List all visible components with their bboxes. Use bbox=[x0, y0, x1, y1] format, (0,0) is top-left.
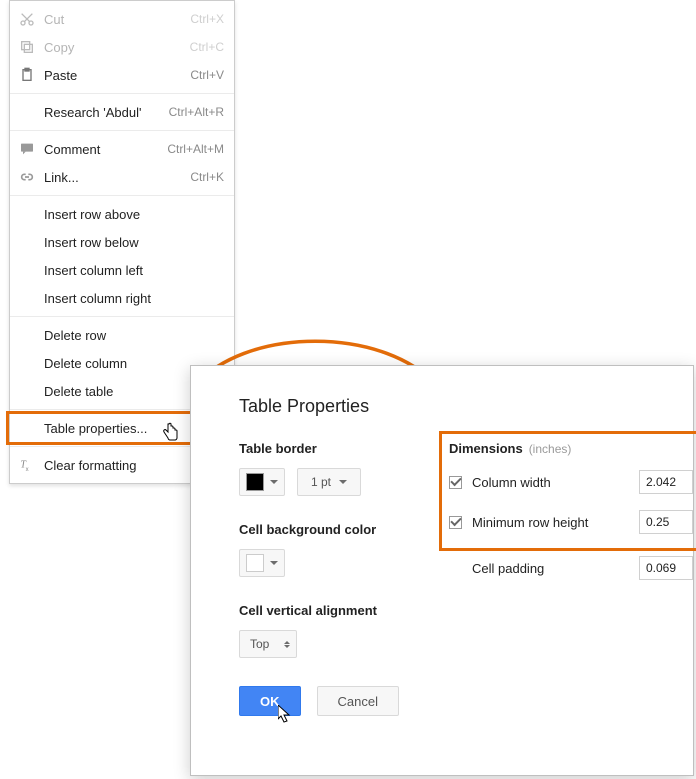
vertical-align-label: Cell vertical alignment bbox=[239, 603, 449, 618]
cell-bg-color-dropdown[interactable] bbox=[239, 549, 285, 577]
table-border-label: Table border bbox=[239, 441, 449, 456]
ok-button[interactable]: OK bbox=[239, 686, 301, 716]
menu-item-label: Delete row bbox=[44, 328, 224, 343]
menu-item-label: Insert column right bbox=[44, 291, 224, 306]
border-width-dropdown[interactable]: 1 pt bbox=[297, 468, 361, 496]
vertical-align-dropdown[interactable]: Top bbox=[239, 630, 297, 658]
cell-padding-input[interactable] bbox=[639, 556, 693, 580]
chevron-down-icon bbox=[339, 480, 347, 484]
cut-icon bbox=[18, 10, 36, 28]
dimensions-label: Dimensions bbox=[449, 441, 523, 456]
menu-item-shortcut: Ctrl+C bbox=[190, 40, 224, 54]
menu-item-cut: CutCtrl+X bbox=[10, 5, 234, 33]
comment-icon bbox=[18, 140, 36, 158]
chevron-down-icon bbox=[270, 561, 278, 565]
cursor-arrow-icon bbox=[278, 705, 294, 725]
cancel-button[interactable]: Cancel bbox=[317, 686, 399, 716]
menu-item-insert-column-left[interactable]: Insert column left bbox=[10, 256, 234, 284]
menu-item-shortcut: Ctrl+V bbox=[190, 68, 224, 82]
menu-item-label: Insert row above bbox=[44, 207, 224, 222]
copy-icon bbox=[18, 38, 36, 56]
menu-item-label: Copy bbox=[44, 40, 190, 55]
menu-separator bbox=[10, 195, 234, 196]
column-width-checkbox[interactable] bbox=[449, 476, 462, 489]
menu-item-shortcut: Ctrl+K bbox=[190, 170, 224, 184]
menu-item-insert-row-above[interactable]: Insert row above bbox=[10, 200, 234, 228]
menu-item-insert-row-below[interactable]: Insert row below bbox=[10, 228, 234, 256]
column-width-label: Column width bbox=[472, 475, 639, 490]
menu-item-shortcut: Ctrl+Alt+R bbox=[169, 105, 224, 119]
dimensions-unit: (inches) bbox=[529, 442, 572, 456]
menu-separator bbox=[10, 93, 234, 94]
row-height-input[interactable] bbox=[639, 510, 693, 534]
menu-item-label: Cut bbox=[44, 12, 190, 27]
menu-item-comment[interactable]: CommentCtrl+Alt+M bbox=[10, 135, 234, 163]
menu-item-shortcut: Ctrl+Alt+M bbox=[167, 142, 224, 156]
table-properties-dialog: Table Properties Table border 1 pt Cell bbox=[190, 365, 694, 776]
menu-item-research-abdul[interactable]: Research 'Abdul'Ctrl+Alt+R bbox=[10, 98, 234, 126]
menu-item-label: Link... bbox=[44, 170, 190, 185]
menu-item-insert-column-right[interactable]: Insert column right bbox=[10, 284, 234, 312]
stepper-caret-icon bbox=[284, 641, 290, 648]
clear-format-icon: Tx bbox=[18, 456, 36, 474]
menu-item-label: Insert column left bbox=[44, 263, 224, 278]
menu-item-copy: CopyCtrl+C bbox=[10, 33, 234, 61]
link-icon bbox=[18, 168, 36, 186]
border-color-dropdown[interactable] bbox=[239, 468, 285, 496]
row-height-checkbox[interactable] bbox=[449, 516, 462, 529]
dialog-title: Table Properties bbox=[191, 396, 693, 417]
chevron-down-icon bbox=[270, 480, 278, 484]
color-swatch-icon bbox=[246, 554, 264, 572]
cell-bg-label: Cell background color bbox=[239, 522, 449, 537]
menu-item-label: Research 'Abdul' bbox=[44, 105, 169, 120]
paste-icon bbox=[18, 66, 36, 84]
menu-item-paste[interactable]: PasteCtrl+V bbox=[10, 61, 234, 89]
menu-item-label: Comment bbox=[44, 142, 167, 157]
menu-item-delete-row[interactable]: Delete row bbox=[10, 321, 234, 349]
menu-item-shortcut: Ctrl+X bbox=[190, 12, 224, 26]
menu-item-label: Insert row below bbox=[44, 235, 224, 250]
column-width-input[interactable] bbox=[639, 470, 693, 494]
svg-text:x: x bbox=[26, 467, 29, 473]
cell-padding-label: Cell padding bbox=[472, 561, 639, 576]
menu-separator bbox=[10, 130, 234, 131]
color-swatch-icon bbox=[246, 473, 264, 491]
menu-item-label: Paste bbox=[44, 68, 190, 83]
row-height-label: Minimum row height bbox=[472, 515, 639, 530]
menu-separator bbox=[10, 316, 234, 317]
menu-item-link[interactable]: Link...Ctrl+K bbox=[10, 163, 234, 191]
